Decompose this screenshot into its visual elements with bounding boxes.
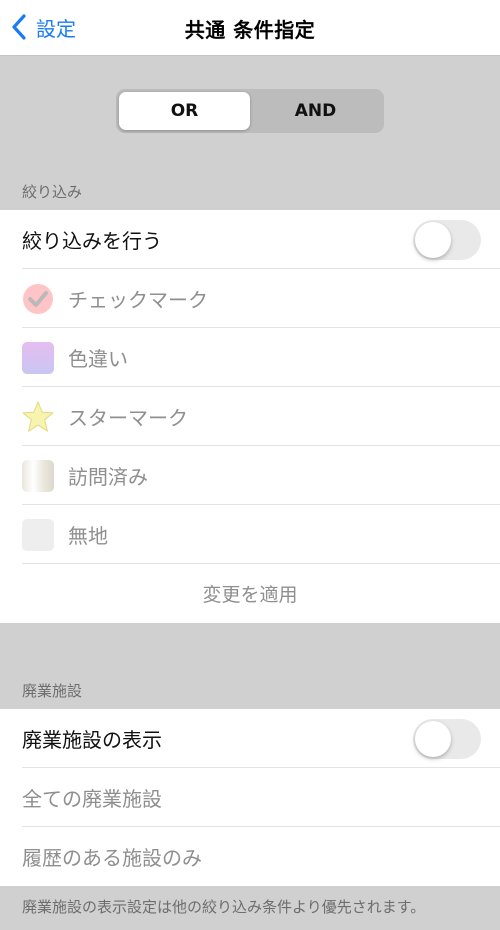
apply-changes-row[interactable]: 変更を適用: [0, 564, 500, 623]
filter-item-label: 色違い: [68, 347, 128, 371]
filter-toggle-row: 絞り込みを行う: [0, 210, 500, 269]
closed-option-all[interactable]: 全ての廃業施設: [0, 768, 500, 827]
star-icon: [22, 400, 54, 433]
filter-group: 絞り込みを行う チェックマーク 色違い スターマーク 訪問済み 無地 変更を適用: [0, 210, 500, 623]
closed-toggle-row: 廃業施設の表示: [0, 709, 500, 768]
toggle-knob: [415, 720, 451, 757]
checkmark-icon: [22, 283, 54, 315]
segment-and[interactable]: AND: [250, 92, 381, 130]
closed-toggle-label: 廃業施設の表示: [22, 728, 162, 752]
filter-item-label: チェックマーク: [68, 288, 208, 312]
filter-toggle-switch[interactable]: [413, 219, 481, 260]
closed-section-footer: 廃業施設の表示設定は他の絞り込み条件より優先されます。: [22, 898, 426, 916]
closed-option-label: 履歴のある施設のみ: [22, 846, 202, 870]
closed-group: 廃業施設の表示 全ての廃業施設 履歴のある施設のみ: [0, 709, 500, 886]
filter-item-visited[interactable]: 訪問済み: [0, 446, 500, 505]
color-swatch-icon: [22, 341, 54, 374]
filter-item-checkmark[interactable]: チェックマーク: [0, 269, 500, 328]
toggle-knob: [415, 221, 451, 258]
closed-section-header: 廃業施設: [22, 682, 83, 700]
filter-section-header: 絞り込み: [22, 183, 83, 201]
closed-toggle-switch[interactable]: [413, 718, 481, 759]
page-title: 共通 条件指定: [184, 18, 316, 42]
filter-item-label: 訪問済み: [68, 465, 148, 489]
navigation-bar: 設定 共通 条件指定: [0, 0, 500, 56]
closed-option-label: 全ての廃業施設: [22, 787, 162, 811]
filter-item-plain[interactable]: 無地: [0, 505, 500, 564]
apply-changes-button[interactable]: 変更を適用: [22, 580, 500, 607]
filter-item-label: 無地: [68, 524, 108, 548]
filter-item-color-variant[interactable]: 色違い: [0, 328, 500, 387]
segment-or[interactable]: OR: [119, 92, 250, 130]
filter-toggle-label: 絞り込みを行う: [22, 229, 162, 253]
visited-swatch-icon: [22, 459, 54, 492]
or-and-segmented-control: OR AND: [116, 89, 384, 133]
closed-option-history-only[interactable]: 履歴のある施設のみ: [0, 827, 500, 886]
filter-item-star[interactable]: スターマーク: [0, 387, 500, 446]
plain-swatch-icon: [22, 518, 54, 551]
filter-item-label: スターマーク: [68, 406, 188, 430]
